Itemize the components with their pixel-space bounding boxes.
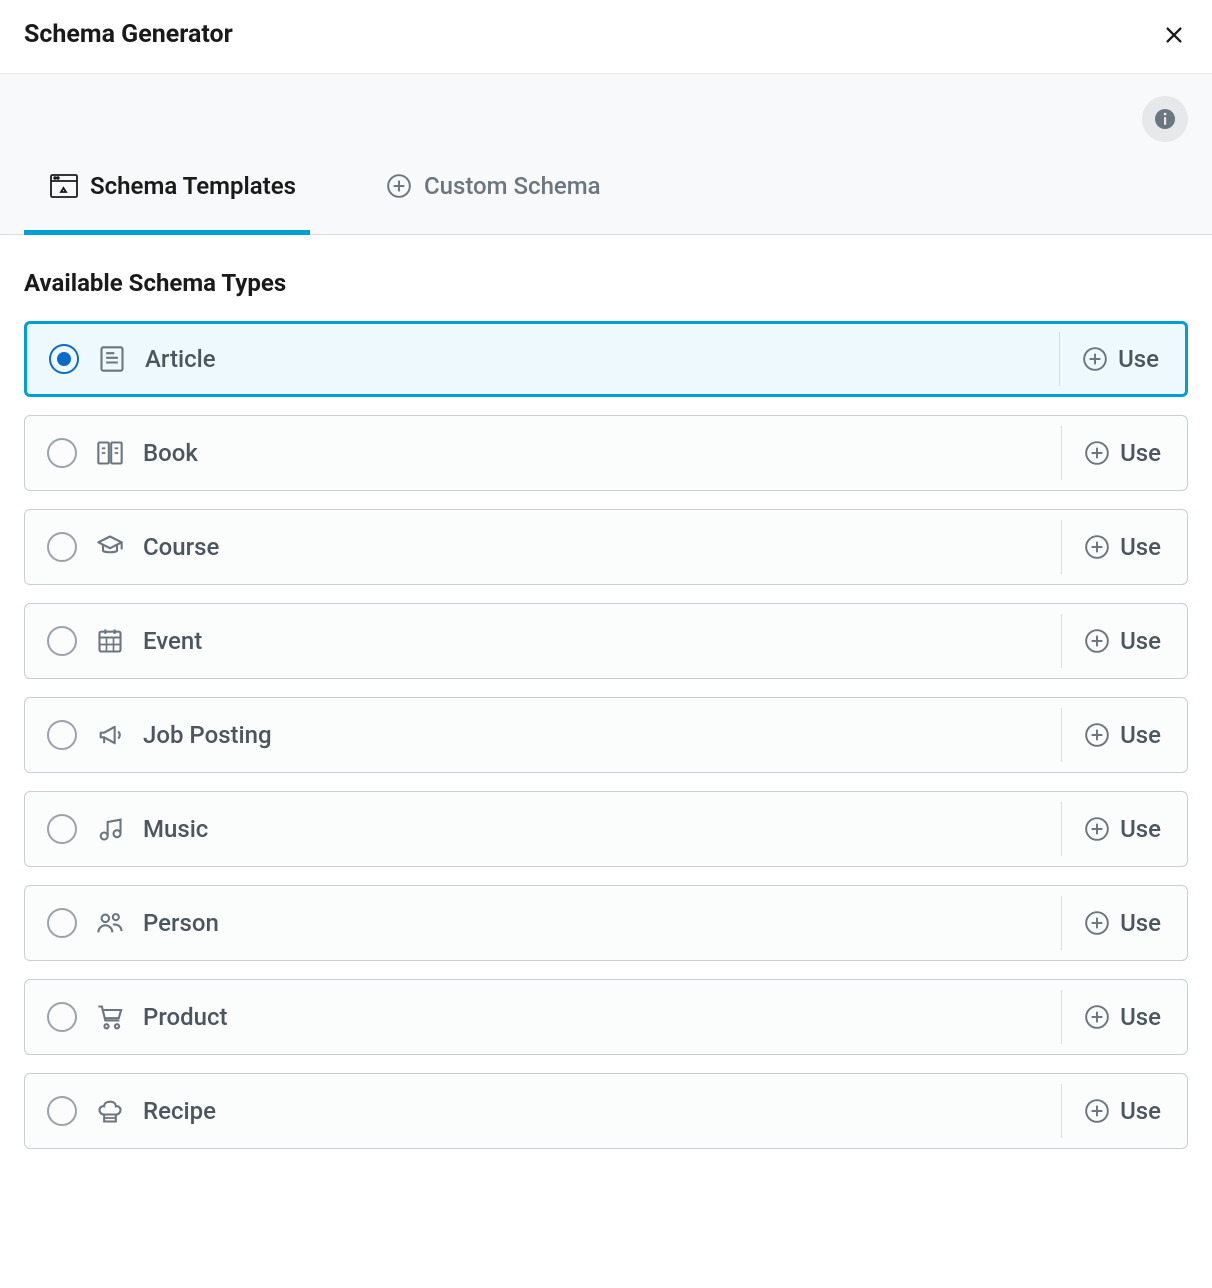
plus-circle-icon — [1084, 722, 1110, 748]
schema-type-select[interactable]: Recipe — [25, 1074, 1061, 1148]
schema-type-item: Event Use — [24, 603, 1188, 679]
schema-type-list: ArticleUseBookUseCourseUseEventUseJob Po… — [24, 321, 1188, 1149]
schema-type-select[interactable]: Event — [25, 604, 1061, 678]
radio-button[interactable] — [47, 1002, 77, 1032]
schema-type-label: Person — [143, 909, 219, 937]
tab-label: Schema Templates — [90, 172, 296, 200]
plus-circle-icon — [1084, 816, 1110, 842]
modal-title: Schema Generator — [24, 20, 233, 49]
article-icon — [97, 344, 127, 374]
plus-circle-icon — [1084, 534, 1110, 560]
content-area: Available Schema Types Article Use Book Use… — [0, 235, 1212, 1189]
cart-icon — [95, 1002, 125, 1032]
people-icon — [95, 908, 125, 938]
schema-type-item: Music Use — [24, 791, 1188, 867]
use-label: Use — [1120, 533, 1161, 561]
graduation-icon — [95, 532, 125, 562]
use-label: Use — [1120, 721, 1161, 749]
schema-type-item: Course Use — [24, 509, 1188, 585]
close-icon — [1163, 24, 1185, 46]
section-title: Available Schema Types — [24, 269, 1188, 297]
radio-button[interactable] — [47, 908, 77, 938]
plus-circle-icon — [1084, 1098, 1110, 1124]
schema-type-label: Book — [143, 439, 198, 467]
tab-bar: Schema Templates Custom Schema — [0, 142, 1212, 235]
use-label: Use — [1118, 345, 1159, 373]
radio-button[interactable] — [47, 626, 77, 656]
plus-circle-icon — [1082, 346, 1108, 372]
schema-type-select[interactable]: Course — [25, 510, 1061, 584]
use-label: Use — [1120, 909, 1161, 937]
use-button[interactable]: Use — [1061, 614, 1185, 668]
tab-label: Custom Schema — [424, 172, 601, 200]
use-button[interactable]: Use — [1061, 896, 1185, 950]
radio-button[interactable] — [47, 532, 77, 562]
schema-type-label: Course — [143, 533, 219, 561]
schema-type-item: Article Use — [24, 321, 1188, 397]
radio-button[interactable] — [47, 814, 77, 844]
schema-type-item: Job Posting Use — [24, 697, 1188, 773]
megaphone-icon — [95, 720, 125, 750]
book-icon — [95, 438, 125, 468]
schema-type-select[interactable]: Article — [27, 324, 1059, 394]
info-icon — [1153, 107, 1177, 131]
use-button[interactable]: Use — [1061, 708, 1185, 762]
info-button[interactable] — [1142, 96, 1188, 142]
radio-button[interactable] — [47, 1096, 77, 1126]
close-button[interactable] — [1160, 21, 1188, 49]
plus-circle-icon — [1084, 628, 1110, 654]
use-label: Use — [1120, 1097, 1161, 1125]
plus-circle-icon — [386, 173, 412, 199]
schema-type-select[interactable]: Job Posting — [25, 698, 1061, 772]
calendar-icon — [95, 626, 125, 656]
use-label: Use — [1120, 1003, 1161, 1031]
schema-type-item: Book Use — [24, 415, 1188, 491]
use-button[interactable]: Use — [1059, 332, 1183, 386]
template-icon — [50, 174, 78, 198]
radio-button[interactable] — [49, 344, 79, 374]
radio-button[interactable] — [47, 438, 77, 468]
schema-type-label: Product — [143, 1003, 228, 1031]
use-button[interactable]: Use — [1061, 802, 1185, 856]
use-label: Use — [1120, 439, 1161, 467]
schema-type-label: Music — [143, 815, 208, 843]
schema-type-select[interactable]: Music — [25, 792, 1061, 866]
use-button[interactable]: Use — [1061, 520, 1185, 574]
radio-dot — [57, 352, 71, 366]
schema-type-item: Product Use — [24, 979, 1188, 1055]
music-icon — [95, 814, 125, 844]
schema-type-item: Person Use — [24, 885, 1188, 961]
schema-type-label: Recipe — [143, 1097, 216, 1125]
schema-type-select[interactable]: Person — [25, 886, 1061, 960]
schema-type-label: Article — [145, 345, 216, 373]
use-button[interactable]: Use — [1061, 1084, 1185, 1138]
plus-circle-icon — [1084, 910, 1110, 936]
plus-circle-icon — [1084, 440, 1110, 466]
schema-type-label: Job Posting — [143, 721, 272, 749]
use-label: Use — [1120, 627, 1161, 655]
chef-icon — [95, 1096, 125, 1126]
radio-button[interactable] — [47, 720, 77, 750]
use-button[interactable]: Use — [1061, 426, 1185, 480]
use-label: Use — [1120, 815, 1161, 843]
schema-type-item: Recipe Use — [24, 1073, 1188, 1149]
schema-type-select[interactable]: Product — [25, 980, 1061, 1054]
tab-schema-templates[interactable]: Schema Templates — [24, 142, 310, 235]
info-row — [0, 74, 1212, 142]
schema-type-label: Event — [143, 627, 202, 655]
tab-custom-schema[interactable]: Custom Schema — [360, 142, 615, 235]
modal-header: Schema Generator — [0, 0, 1212, 74]
use-button[interactable]: Use — [1061, 990, 1185, 1044]
schema-type-select[interactable]: Book — [25, 416, 1061, 490]
plus-circle-icon — [1084, 1004, 1110, 1030]
